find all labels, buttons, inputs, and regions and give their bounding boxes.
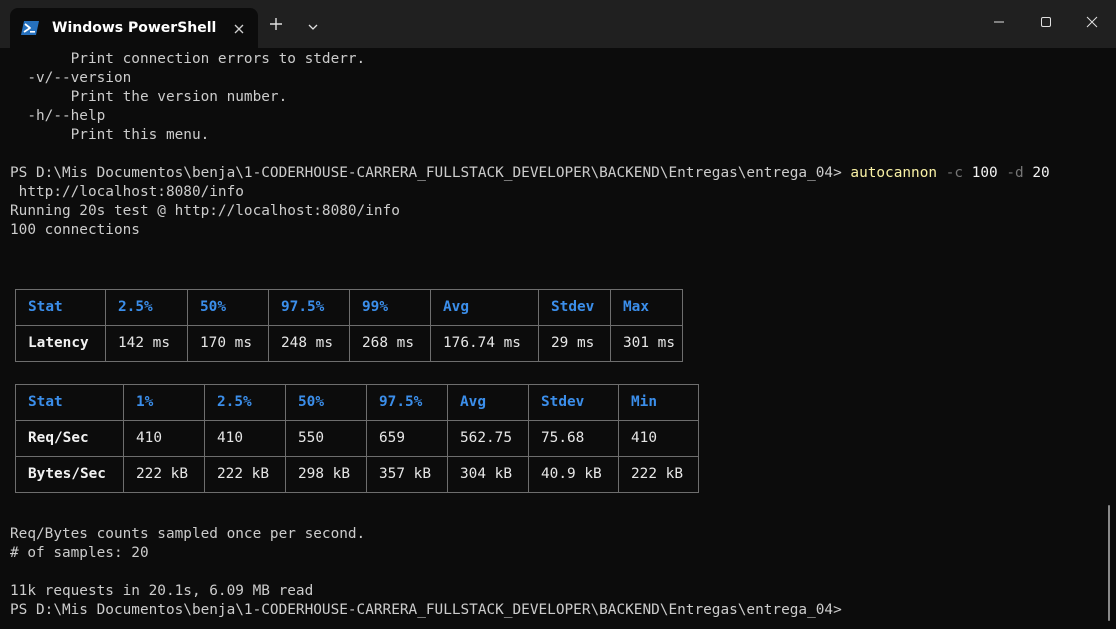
help-line: Print the version number. xyxy=(10,89,288,105)
table-header-cell: 99% xyxy=(349,289,431,326)
table-header-row: Stat 2.5% 50% 97.5% 99% Avg Stdev Max xyxy=(15,289,683,326)
running-line: Running 20s test @ http://localhost:8080… xyxy=(10,203,400,219)
prompt: PS D:\Mis Documentos\benja\1-CODERHOUSE-… xyxy=(10,165,851,181)
table-cell: 40.9 kB xyxy=(528,456,619,493)
table-cell: 357 kB xyxy=(366,456,448,493)
sample-note: Req/Bytes counts sampled once per second… xyxy=(10,526,366,542)
command-value: 20 xyxy=(1032,165,1050,181)
table-row-label: Latency xyxy=(15,325,106,362)
table-header-cell: Avg xyxy=(430,289,539,326)
table-cell: 268 ms xyxy=(349,325,431,362)
table-header-cell: 2.5% xyxy=(204,384,286,421)
table-header-cell: Stat xyxy=(15,289,106,326)
scrollbar[interactable] xyxy=(1108,505,1110,621)
latency-table: Stat 2.5% 50% 97.5% 99% Avg Stdev Max La… xyxy=(15,289,683,362)
table-cell: 301 ms xyxy=(610,325,683,362)
table-row: Bytes/Sec 222 kB 222 kB 298 kB 357 kB 30… xyxy=(15,456,699,493)
terminal-window: Windows PowerShell Print connection erro… xyxy=(0,0,1116,629)
throughput-table: Stat 1% 2.5% 50% 97.5% Avg Stdev Min Req… xyxy=(15,384,699,493)
table-header-cell: Stdev xyxy=(528,384,619,421)
connections-line: 100 connections xyxy=(10,222,140,238)
table-row: Latency 142 ms 170 ms 248 ms 268 ms 176.… xyxy=(15,325,683,362)
table-cell: 562.75 xyxy=(447,420,529,457)
help-line: Print this menu. xyxy=(10,127,210,143)
table-cell: 176.74 ms xyxy=(430,325,539,362)
table-cell: 248 ms xyxy=(268,325,350,362)
table-header-cell: 50% xyxy=(187,289,269,326)
summary-line: 11k requests in 20.1s, 6.09 MB read xyxy=(10,583,314,599)
table-cell: 29 ms xyxy=(538,325,611,362)
command-name: autocannon xyxy=(850,165,938,181)
help-line: Print connection errors to stderr. xyxy=(10,51,366,67)
chevron-down-icon[interactable] xyxy=(306,18,320,30)
plus-icon[interactable] xyxy=(266,14,286,34)
table-cell: 222 kB xyxy=(618,456,699,493)
table-cell: 222 kB xyxy=(123,456,205,493)
table-cell: 222 kB xyxy=(204,456,286,493)
footer-block: Req/Bytes counts sampled once per second… xyxy=(10,525,842,620)
table-header-cell: 97.5% xyxy=(268,289,350,326)
command-line: PS D:\Mis Documentos\benja\1-CODERHOUSE-… xyxy=(10,164,1100,183)
table-header-cell: 97.5% xyxy=(366,384,448,421)
table-header-cell: 1% xyxy=(123,384,205,421)
help-line: -h/--help xyxy=(10,108,106,124)
tab-title: Windows PowerShell xyxy=(52,20,217,36)
maximize-icon[interactable] xyxy=(1034,12,1058,32)
tab-windows-powershell[interactable]: Windows PowerShell xyxy=(10,8,258,48)
terminal-output[interactable]: Print connection errors to stderr. -v/--… xyxy=(10,50,1100,625)
table-header-cell: Stdev xyxy=(538,289,611,326)
table-cell: 298 kB xyxy=(285,456,367,493)
table-cell: 410 xyxy=(123,420,205,457)
minimize-icon[interactable] xyxy=(987,12,1011,32)
close-icon[interactable] xyxy=(1080,12,1104,32)
table-row-label: Bytes/Sec xyxy=(15,456,124,493)
table-cell: 410 xyxy=(204,420,286,457)
table-cell: 304 kB xyxy=(447,456,529,493)
table-row-label: Req/Sec xyxy=(15,420,124,457)
powershell-icon xyxy=(21,21,39,35)
table-cell: 170 ms xyxy=(187,325,269,362)
table-cell: 410 xyxy=(618,420,699,457)
table-header-cell: Max xyxy=(610,289,683,326)
command-value: 100 xyxy=(971,165,998,181)
table-row: Req/Sec 410 410 550 659 562.75 75.68 410 xyxy=(15,420,699,457)
help-line: -v/--version xyxy=(10,70,132,86)
table-cell: 75.68 xyxy=(528,420,619,457)
samples-line: # of samples: 20 xyxy=(10,545,149,561)
table-header-cell: Avg xyxy=(447,384,529,421)
command-flag: -c xyxy=(945,165,964,181)
table-header-row: Stat 1% 2.5% 50% 97.5% Avg Stdev Min xyxy=(15,384,699,421)
table-header-cell: Stat xyxy=(15,384,124,421)
table-header-cell: 2.5% xyxy=(105,289,188,326)
table-header-cell: Min xyxy=(618,384,699,421)
command-url: http://localhost:8080/info xyxy=(10,184,244,200)
title-bar: Windows PowerShell xyxy=(0,0,1116,48)
command-flag: -d xyxy=(1006,165,1024,181)
table-cell: 142 ms xyxy=(105,325,188,362)
final-prompt: PS D:\Mis Documentos\benja\1-CODERHOUSE-… xyxy=(10,602,842,618)
table-cell: 550 xyxy=(285,420,367,457)
table-header-cell: 50% xyxy=(285,384,367,421)
table-cell: 659 xyxy=(366,420,448,457)
close-icon[interactable] xyxy=(232,21,246,35)
